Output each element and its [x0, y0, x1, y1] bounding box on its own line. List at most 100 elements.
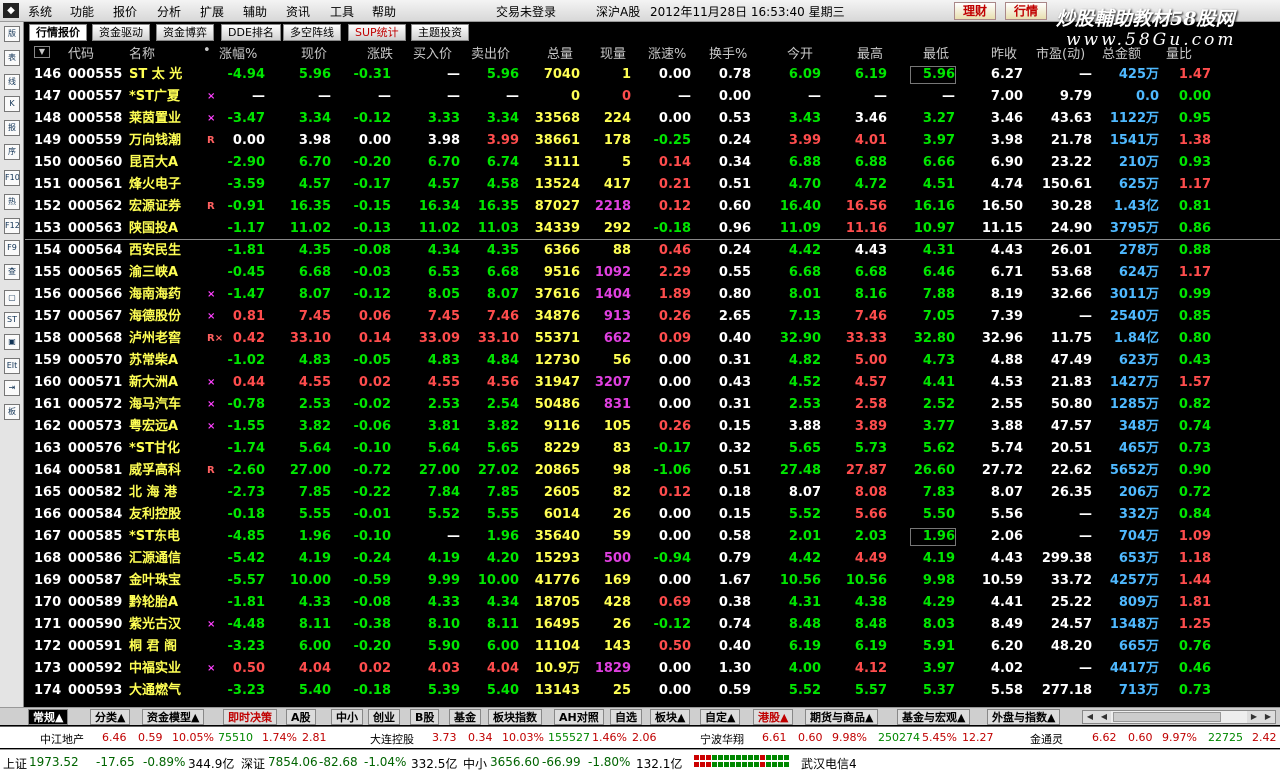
table-row[interactable]: 173 000592 中福实业 × 0.50 4.04 0.02 4.03 4.04 10.9万 1…: [25, 658, 1280, 680]
bottom-tab[interactable]: A股: [286, 709, 316, 725]
column-header[interactable]: 总金额: [1102, 43, 1141, 62]
toolbar-tool-icon[interactable]: 线: [4, 74, 20, 90]
column-header[interactable]: 现量: [600, 43, 626, 62]
ticker-stock-name[interactable]: 金通灵: [1030, 731, 1063, 747]
column-header[interactable]: 市盈(动): [1036, 43, 1085, 62]
zx-label[interactable]: 中小: [463, 755, 487, 772]
table-row[interactable]: 158 000568 泸州老窖 R× 0.42 33.10 0.14 33.09 33.10 55…: [25, 328, 1280, 350]
table-row[interactable]: 172 000591 桐 君 阁 -3.23 6.00 -0.20 5.90 6.00 1110…: [25, 636, 1280, 658]
scroll-right-step-icon[interactable]: ▶: [1247, 711, 1261, 723]
scroll-right-icon[interactable]: ▶: [1261, 711, 1275, 723]
table-row[interactable]: 163 000576 *ST甘化 -1.74 5.64 -0.10 5.64 5.65 8229…: [25, 438, 1280, 460]
table-row[interactable]: 168 000586 汇源通信 -5.42 4.19 -0.24 4.19 4.20 15293…: [25, 548, 1280, 570]
toolbar-tool-icon[interactable]: 表: [4, 50, 20, 66]
column-header[interactable]: 总量: [547, 43, 573, 62]
column-header[interactable]: •: [203, 43, 211, 58]
table-row[interactable]: 174 000593 大通燃气 -3.23 5.40 -0.18 5.39 5.40 13143…: [25, 680, 1280, 702]
table-row[interactable]: 165 000582 北 海 港 -2.73 7.85 -0.22 7.84 7.85 2605…: [25, 482, 1280, 504]
table-row[interactable]: 164 000581 威孚高科 R -2.60 27.00 -0.72 27.00 27.02 2…: [25, 460, 1280, 482]
table-row[interactable]: 159 000570 苏常柴A -1.02 4.83 -0.05 4.83 4.84 12730…: [25, 350, 1280, 372]
table-row[interactable]: 146 000555 ST 太 光 -4.94 5.96 -0.31 — 5.96 7040 1 0…: [25, 64, 1280, 86]
tab-capital-game[interactable]: 资金博弈: [156, 24, 214, 41]
toolbar-tool-icon[interactable]: 热: [4, 194, 20, 210]
toolbar-tool-icon[interactable]: F12: [4, 218, 20, 234]
column-header[interactable]: 昨收: [991, 43, 1017, 62]
bottom-tab[interactable]: 基金与宏观▲: [897, 709, 971, 725]
toolbar-tool-icon[interactable]: 版: [4, 26, 20, 42]
quote-button[interactable]: 行情: [1005, 2, 1048, 20]
table-row[interactable]: 152 000562 宏源证券 R -0.91 16.35 -0.15 16.34 16.35 8…: [25, 196, 1280, 218]
news-ticker[interactable]: 武汉电信4: [801, 755, 857, 772]
menu-help[interactable]: 帮助: [372, 3, 396, 20]
scroll-left-step-icon[interactable]: ◀: [1097, 711, 1111, 723]
toolbar-tool-icon[interactable]: 序: [4, 144, 20, 160]
table-row[interactable]: 169 000587 金叶珠宝 -5.57 10.00 -0.59 9.99 10.00 417…: [25, 570, 1280, 592]
menu-assist[interactable]: 辅助: [243, 3, 267, 20]
table-row[interactable]: 156 000566 海南海药 × -1.47 8.07 -0.12 8.05 8.07 3761…: [25, 284, 1280, 306]
toolbar-tool-icon[interactable]: ▣: [4, 334, 20, 350]
tab-dde-rank[interactable]: DDE排名: [221, 24, 281, 41]
toolbar-tool-icon[interactable]: 板: [4, 404, 20, 420]
bottom-tab[interactable]: 分类▲: [90, 709, 131, 725]
bottom-tab[interactable]: 板块指数: [488, 709, 542, 725]
column-header[interactable]: 名称: [129, 43, 155, 62]
column-header[interactable]: 代码: [68, 43, 94, 62]
table-row[interactable]: 157 000567 海德股份 × 0.81 7.45 0.06 7.45 7.46 34876 9…: [25, 306, 1280, 328]
table-row[interactable]: 166 000584 友利控股 -0.18 5.55 -0.01 5.52 5.55 6014 2…: [25, 504, 1280, 526]
menu-tools[interactable]: 工具: [330, 3, 354, 20]
table-row[interactable]: 160 000571 新大洲A × 0.44 4.55 0.02 4.55 4.56 31947 3…: [25, 372, 1280, 394]
bottom-tab[interactable]: 创业: [368, 709, 400, 725]
bottom-tab[interactable]: 板块▲: [650, 709, 691, 725]
menu-extend[interactable]: 扩展: [200, 3, 224, 20]
column-header[interactable]: 买入价: [413, 43, 452, 62]
menu-news[interactable]: 资讯: [286, 3, 310, 20]
bottom-tab[interactable]: 即时决策: [223, 709, 277, 725]
column-header[interactable]: 量比: [1166, 43, 1192, 62]
column-header[interactable]: 今开: [787, 43, 813, 62]
menu-system[interactable]: 系统: [28, 3, 52, 20]
column-header[interactable]: 涨跌: [367, 43, 393, 62]
bottom-tab[interactable]: 基金: [449, 709, 481, 725]
table-row[interactable]: 161 000572 海马汽车 × -0.78 2.53 -0.02 2.53 2.54 5048…: [25, 394, 1280, 416]
bottom-tab[interactable]: 资金模型▲: [142, 709, 205, 725]
sort-dropdown-icon[interactable]: ▼: [34, 46, 50, 58]
toolbar-tool-icon[interactable]: 报: [4, 120, 20, 136]
column-header[interactable]: 现价: [301, 43, 327, 62]
toolbar-tool-icon[interactable]: ⇥: [4, 380, 20, 396]
menu-function[interactable]: 功能: [70, 3, 94, 20]
tab-sup-stats[interactable]: SUP统计: [348, 24, 406, 41]
bottom-tab[interactable]: 港股▲: [753, 709, 794, 725]
ticker-stock-name[interactable]: 宁波华翔: [700, 731, 744, 747]
table-row[interactable]: 153 000563 陕国投A -1.17 11.02 -0.13 11.02 11.03 34…: [25, 218, 1280, 240]
finance-button[interactable]: 理财: [954, 2, 997, 20]
toolbar-tool-icon[interactable]: ▢: [4, 290, 20, 306]
horizontal-scrollbar[interactable]: ◀ ◀ ▶ ▶: [1082, 710, 1276, 724]
table-row[interactable]: 162 000573 粤宏远A × -1.55 3.82 -0.06 3.81 3.82 9116…: [25, 416, 1280, 438]
table-row[interactable]: 148 000558 莱茵置业 × -3.47 3.34 -0.12 3.33 3.34 3356…: [25, 108, 1280, 130]
bottom-tab[interactable]: 常规▲: [28, 709, 69, 725]
toolbar-tool-icon[interactable]: ST: [4, 312, 20, 328]
table-row[interactable]: 155 000565 渝三峡A -0.45 6.68 -0.03 6.53 6.68 9516 1…: [25, 262, 1280, 284]
tab-long-short[interactable]: 多空阵线: [283, 24, 341, 41]
toolbar-tool-icon[interactable]: F9: [4, 240, 20, 256]
menu-quote[interactable]: 报价: [113, 3, 137, 20]
bottom-tab[interactable]: 自选: [610, 709, 642, 725]
toolbar-tool-icon[interactable]: 查: [4, 264, 20, 280]
sz-label[interactable]: 深证: [241, 755, 265, 772]
bottom-tab[interactable]: 期货与商品▲: [805, 709, 879, 725]
menu-analysis[interactable]: 分析: [157, 3, 181, 20]
app-logo-icon[interactable]: ◆: [3, 3, 19, 18]
bottom-tab[interactable]: B股: [410, 709, 440, 725]
table-row[interactable]: 170 000589 黔轮胎A -1.81 4.33 -0.08 4.33 4.34 18705…: [25, 592, 1280, 614]
bottom-tab[interactable]: 外盘与指数▲: [987, 709, 1061, 725]
sh-label[interactable]: 上证: [3, 755, 27, 772]
table-row[interactable]: 171 000590 紫光古汉 × -4.48 8.11 -0.38 8.10 8.11 1649…: [25, 614, 1280, 636]
toolbar-tool-icon[interactable]: K: [4, 96, 20, 112]
column-header[interactable]: 最高: [857, 43, 883, 62]
table-row[interactable]: 154 000564 西安民生 -1.81 4.35 -0.08 4.34 4.35 6366 8…: [25, 240, 1280, 262]
tab-quote[interactable]: 行情报价: [29, 24, 87, 41]
column-header[interactable]: ▼: [34, 43, 50, 58]
bottom-tab[interactable]: 自定▲: [700, 709, 741, 725]
table-row[interactable]: 151 000561 烽火电子 -3.59 4.57 -0.17 4.57 4.58 13524…: [25, 174, 1280, 196]
column-header[interactable]: 换手%: [709, 43, 747, 62]
